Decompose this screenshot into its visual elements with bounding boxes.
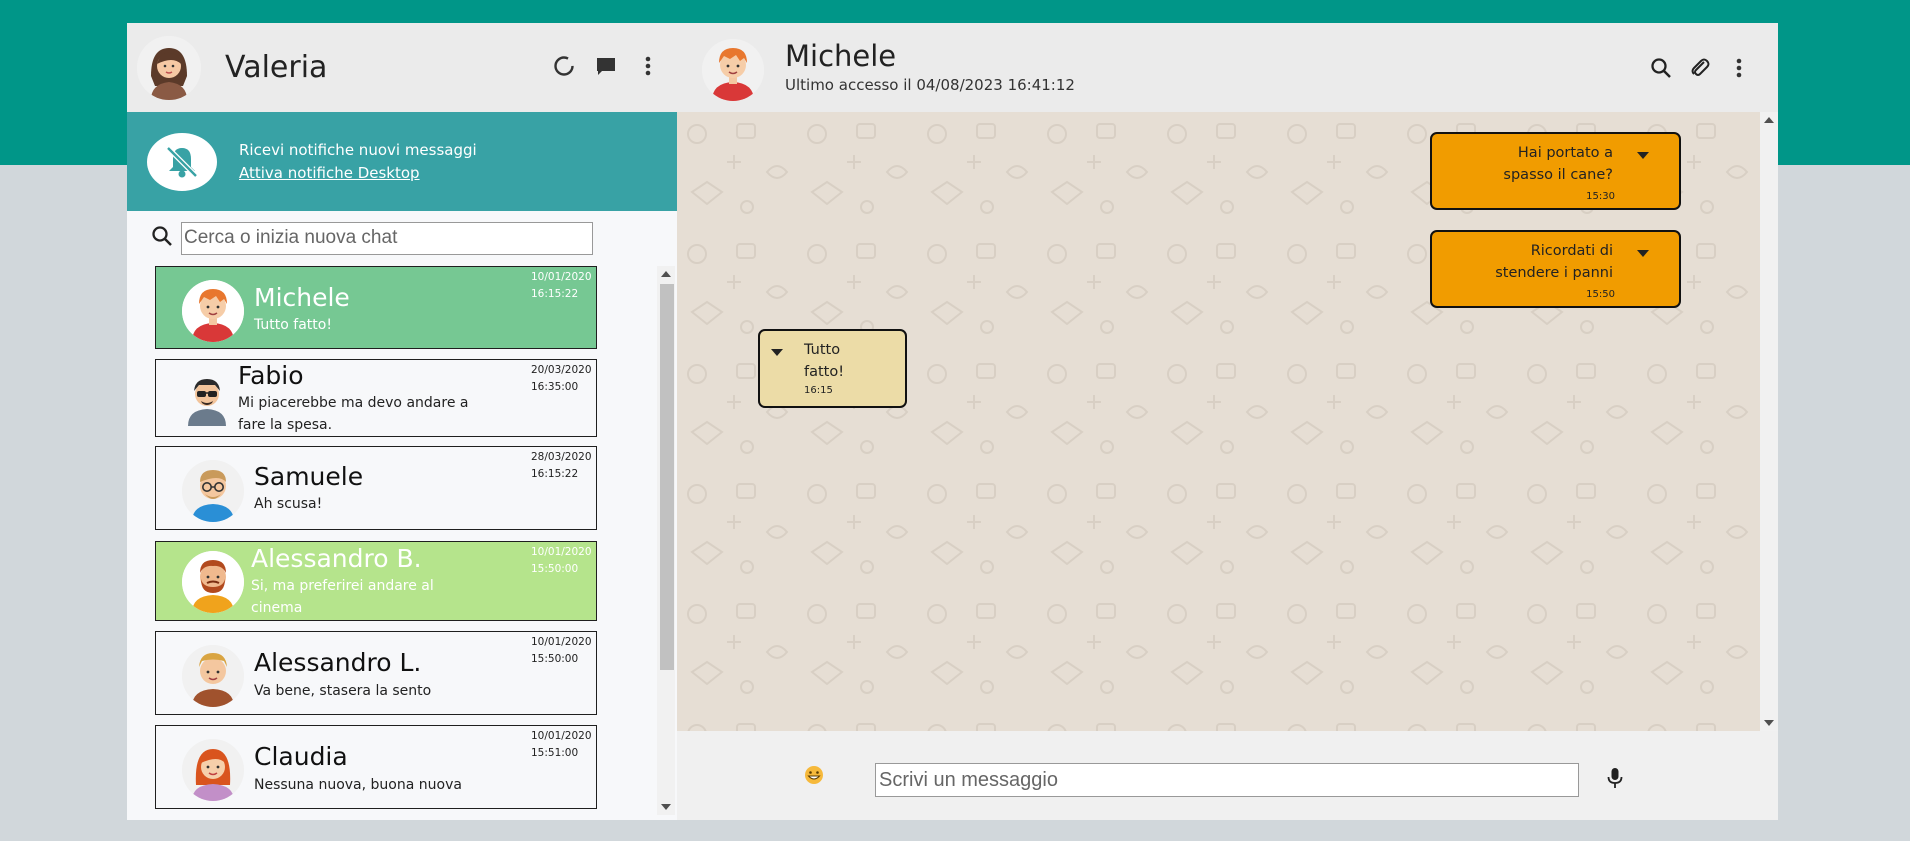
menu-icon[interactable] <box>1726 55 1752 81</box>
contact-last-message: Tutto fatto! <box>254 317 332 333</box>
user-name: Valeria <box>225 50 328 85</box>
last-seen-status: Ultimo accesso il 04/08/2023 16:41:12 <box>785 76 1075 94</box>
message-options-caret-icon[interactable] <box>1637 152 1649 159</box>
contact-list-scrollbar[interactable] <box>657 266 675 815</box>
contact-timestamp: 28/03/2020 16:15:22 <box>531 449 592 483</box>
contact-name: Alessandro B. <box>251 544 422 573</box>
message-input[interactable] <box>875 763 1579 797</box>
paperclip-icon[interactable] <box>1687 55 1713 81</box>
contact-avatar <box>182 645 244 707</box>
contact-avatar <box>182 460 244 522</box>
contact-name: Alessandro L. <box>254 648 422 677</box>
contact-time: 16:15:22 <box>531 468 579 480</box>
message-options-caret-icon[interactable] <box>1637 250 1649 257</box>
scroll-up-arrow[interactable] <box>661 271 671 277</box>
contact-last-message: Mi piacerebbe ma devo andare a fare la s… <box>238 395 469 433</box>
contact-time: 16:15:22 <box>531 288 579 300</box>
notification-text: Ricevi notifiche nuovi messaggi Attiva n… <box>239 139 477 185</box>
contact-time: 15:50:00 <box>531 653 579 665</box>
contact-timestamp: 10/01/2020 15:51:00 <box>531 728 592 762</box>
sidebar-header: Valeria <box>127 23 677 112</box>
contact-avatar <box>182 551 244 613</box>
contact-item-michele[interactable]: Michele Tutto fatto! 10/01/2020 16:15:22 <box>155 266 597 349</box>
contact-item-fabio[interactable]: Fabio Mi piacerebbe ma devo andare a far… <box>155 359 597 437</box>
contact-avatar <box>182 370 232 426</box>
contact-time: 16:35:00 <box>531 381 579 393</box>
contact-avatar <box>182 280 244 342</box>
scroll-down-arrow[interactable] <box>1764 720 1774 726</box>
contact-date: 10/01/2020 <box>531 730 592 742</box>
contact-item-samuele[interactable]: Samuele Ah scusa! 28/03/2020 16:15:22 <box>155 446 597 530</box>
message-composer <box>677 731 1778 820</box>
contact-item-alessandro-b[interactable]: Alessandro B. Si, ma preferirei andare a… <box>155 541 597 621</box>
search-icon <box>151 225 173 251</box>
message-text: Ricordati di stendere i panni <box>1495 243 1613 281</box>
bell-slash-icon <box>147 132 217 191</box>
message-text: Hai portato a spasso il cane? <box>1503 145 1613 183</box>
scroll-up-arrow[interactable] <box>1764 117 1774 123</box>
contact-date: 10/01/2020 <box>531 546 592 558</box>
contact-name: Fabio <box>238 361 304 390</box>
message-area-scrollbar[interactable] <box>1760 112 1778 731</box>
contact-last-message: Nessuna nuova, buona nuova <box>254 777 462 793</box>
contact-timestamp: 10/01/2020 15:50:00 <box>531 634 592 668</box>
contact-date: 28/03/2020 <box>531 451 592 463</box>
contact-name: Samuele <box>254 462 364 491</box>
menu-icon[interactable] <box>635 53 661 79</box>
message-time: 15:30 <box>1586 191 1615 202</box>
grinning-face-icon[interactable] <box>804 765 824 785</box>
notification-title: Ricevi notifiche nuovi messaggi <box>239 140 477 159</box>
new-chat-icon[interactable] <box>593 53 619 79</box>
contact-date: 10/01/2020 <box>531 271 592 283</box>
message-bubble-sent[interactable]: Ricordati di stendere i panni 15:50 <box>1430 230 1681 308</box>
search-input[interactable] <box>181 221 593 255</box>
notification-banner: Ricevi notifiche nuovi messaggi Attiva n… <box>127 112 677 211</box>
scroll-down-arrow[interactable] <box>661 804 671 810</box>
sidebar: Valeria Ricevi notifiche nuovi messaggi … <box>127 23 677 820</box>
contact-date: 20/03/2020 <box>531 364 592 376</box>
message-time: 16:15 <box>804 385 833 396</box>
contact-date: 10/01/2020 <box>531 636 592 648</box>
contact-name: Michele <box>254 283 350 312</box>
message-time: 15:50 <box>1586 289 1615 300</box>
message-options-caret-icon[interactable] <box>771 349 783 356</box>
user-avatar[interactable] <box>137 35 201 100</box>
contact-item-claudia[interactable]: Claudia Nessuna nuova, buona nuova 10/01… <box>155 725 597 809</box>
message-area: Hai portato a spasso il cane? 15:30 Rico… <box>677 112 1760 731</box>
enable-desktop-notifications-link[interactable]: Attiva notifiche Desktop <box>239 164 420 182</box>
chat-contact-name: Michele <box>785 39 897 73</box>
contact-last-message: Ah scusa! <box>254 496 323 512</box>
search-icon[interactable] <box>1648 55 1674 81</box>
contact-timestamp: 20/03/2020 16:35:00 <box>531 362 592 396</box>
search-bar <box>127 211 677 265</box>
contact-last-message: Va bene, stasera la sento <box>254 683 432 699</box>
sidebar-header-actions <box>551 53 661 79</box>
contact-timestamp: 10/01/2020 16:15:22 <box>531 269 592 303</box>
contact-time: 15:50:00 <box>531 563 579 575</box>
contact-last-message: Si, ma preferirei andare al cinema <box>251 578 434 616</box>
message-bubble-sent[interactable]: Hai portato a spasso il cane? 15:30 <box>1430 132 1681 210</box>
app-window: Valeria Ricevi notifiche nuovi messaggi … <box>127 23 1778 820</box>
chat-panel: Michele Ultimo accesso il 04/08/2023 16:… <box>677 23 1778 820</box>
microphone-icon[interactable] <box>1607 767 1623 793</box>
status-icon[interactable] <box>551 53 577 79</box>
contact-name: Claudia <box>254 742 348 771</box>
contact-time: 15:51:00 <box>531 747 579 759</box>
message-bubble-received[interactable]: Tutto fatto! 16:15 <box>758 329 907 408</box>
contact-timestamp: 10/01/2020 15:50:00 <box>531 544 592 578</box>
scroll-thumb[interactable] <box>660 284 674 670</box>
chat-contact-avatar[interactable] <box>702 39 764 101</box>
message-text: Tutto fatto! <box>804 342 845 380</box>
chat-header-actions <box>1648 55 1752 81</box>
contact-avatar <box>182 739 244 801</box>
chat-header: Michele Ultimo accesso il 04/08/2023 16:… <box>677 23 1778 112</box>
contact-item-alessandro-l[interactable]: Alessandro L. Va bene, stasera la sento … <box>155 631 597 715</box>
